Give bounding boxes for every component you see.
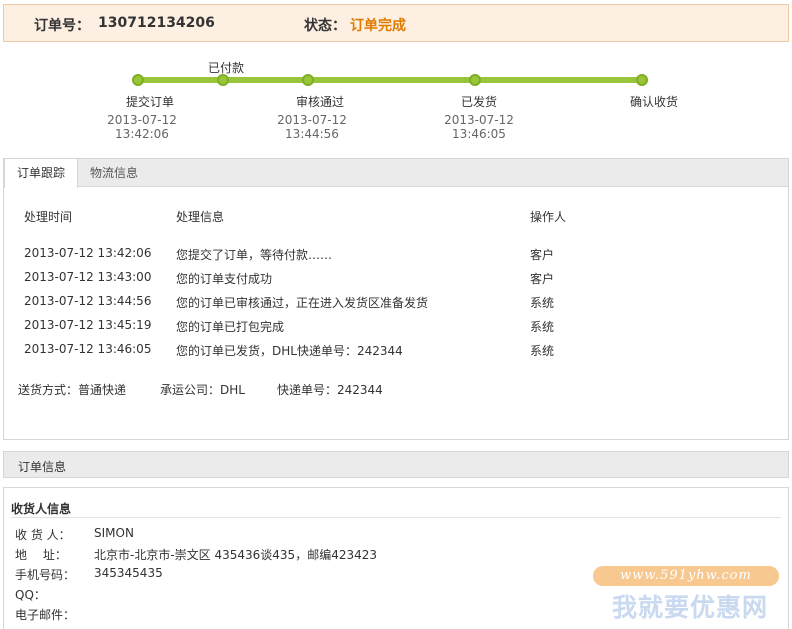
status-label: 状态：: [304, 18, 346, 34]
order-header: 订单号： 130712134206 状态： 订单完成: [3, 4, 789, 42]
column-header-operator: 操作人: [530, 210, 567, 224]
row-info: 您的订单已审核通过，正在进入发货区准备发货: [176, 296, 429, 310]
row-time: 2013-07-12 13:43:00: [24, 270, 152, 284]
order-info-title: 订单信息: [18, 460, 67, 474]
site-watermark: www.591yhw.com 我就要优惠网: [590, 563, 790, 625]
order-progress: 已付款 提交订单 审核通过 已发货 确认收货 2013-07-12 13:42:…: [0, 50, 792, 158]
shipping-method: 送货方式：普通快递: [18, 383, 127, 397]
progress-node-shipped: [469, 74, 481, 86]
status-value: 订单完成: [350, 18, 406, 34]
watermark-name: 我就要优惠网: [611, 593, 768, 622]
step-time-approved: 2013-07-12 13:44:56: [277, 113, 347, 141]
step-time-shipped: 2013-07-12 13:46:05: [444, 113, 514, 141]
receiver-name-label: 收 货 人：: [15, 528, 71, 542]
tab-bar: 订单跟踪 物流信息: [4, 159, 788, 188]
receiver-address-value: 北京市-北京市-崇文区 435436谈435，邮编423423: [94, 548, 377, 562]
tab-order-tracking[interactable]: 订单跟踪: [4, 159, 79, 188]
row-operator: 客户: [530, 248, 555, 262]
receiver-phone-label: 手机号码：: [15, 568, 76, 582]
row-operator: 系统: [530, 320, 555, 334]
receiver-address-label: 地 址：: [15, 548, 67, 562]
order-number-label: 订单号：: [34, 18, 90, 34]
tab-logistics-info[interactable]: 物流信息: [78, 159, 150, 187]
watermark-url: www.591yhw.com: [620, 568, 752, 583]
step-time-submit: 2013-07-12 13:42:06: [107, 113, 177, 141]
row-time: 2013-07-12 13:46:05: [24, 342, 152, 356]
progress-node-submit: [132, 74, 144, 86]
row-operator: 系统: [530, 344, 555, 358]
section-divider: [11, 517, 781, 518]
receiver-phone-value: 345345435: [94, 566, 163, 580]
row-info: 您的订单支付成功: [176, 272, 273, 286]
row-operator: 客户: [530, 272, 555, 286]
step-label-submit: 提交订单: [125, 95, 174, 109]
order-number-value: 130712134206: [98, 15, 215, 31]
tracking-number: 快递单号：242344: [277, 383, 383, 397]
receiver-title: 收货人信息: [11, 502, 72, 516]
row-operator: 系统: [530, 296, 555, 310]
progress-node-received: [636, 74, 648, 86]
row-time: 2013-07-12 13:45:19: [24, 318, 152, 332]
row-time: 2013-07-12 13:44:56: [24, 294, 152, 308]
column-header-time: 处理时间: [24, 210, 73, 224]
progress-node-approved: [302, 74, 314, 86]
receiver-email-label: 电子邮件：: [15, 608, 76, 622]
watermark-url-pill: www.591yhw.com: [593, 566, 779, 586]
step-label-approved: 审核通过: [295, 95, 344, 109]
order-info-bar: 订单信息: [3, 451, 789, 478]
tracking-panel: 订单跟踪 物流信息 处理时间 处理信息 操作人 2013-07-12 13:42…: [3, 158, 789, 440]
column-header-info: 处理信息: [176, 210, 225, 224]
step-label-shipped: 已发货: [460, 95, 497, 109]
receiver-qq-label: QQ：: [15, 588, 46, 602]
progress-track: [138, 77, 644, 83]
carrier-company: 承运公司：DHL: [160, 383, 245, 397]
paid-step-label: 已付款: [208, 61, 245, 75]
receiver-name-value: SIMON: [94, 526, 134, 540]
row-info: 您提交了订单，等待付款……: [176, 248, 333, 262]
step-label-received: 确认收货: [629, 95, 678, 109]
row-time: 2013-07-12 13:42:06: [24, 246, 152, 260]
row-info: 您的订单已打包完成: [176, 320, 285, 334]
row-info: 您的订单已发货，DHL快递单号：242344: [176, 344, 403, 358]
